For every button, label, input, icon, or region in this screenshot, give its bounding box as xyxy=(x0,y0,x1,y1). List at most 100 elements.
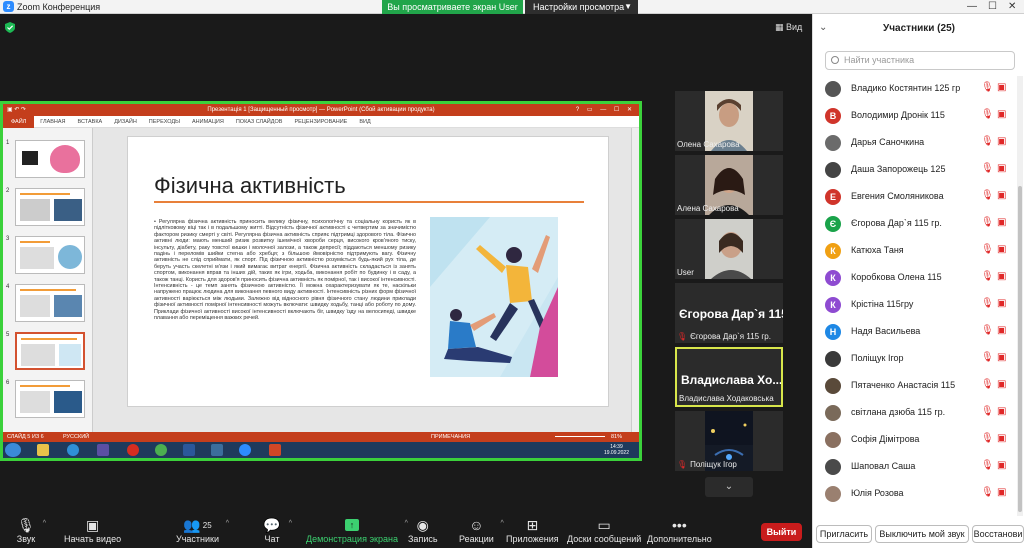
mic-muted-icon: 🎙 xyxy=(981,271,994,282)
participant-row[interactable]: Софія Дімітрова 🎙 ▣ xyxy=(813,427,1017,453)
avatar: Е xyxy=(825,189,841,205)
invite-button[interactable]: Пригласить xyxy=(816,525,872,543)
participant-row[interactable]: Н Надя Васильева 🎙 ▣ xyxy=(813,319,1017,345)
video-off-icon: ▣ xyxy=(997,487,1007,498)
slide-thumbnail[interactable] xyxy=(15,188,85,226)
tile-name: Алена Сахарова xyxy=(677,204,739,213)
start-icon[interactable] xyxy=(5,443,21,457)
participant-search-input[interactable]: Найти участника xyxy=(825,51,1015,70)
participant-row[interactable]: Владико Костянтин 125 гр 🎙 ▣ xyxy=(813,76,1017,102)
ppt-scrollbar[interactable] xyxy=(631,128,639,432)
participant-row[interactable]: Юлія Розова 🎙 ▣ xyxy=(813,481,1017,507)
leave-button[interactable]: Выйти xyxy=(761,523,802,541)
participant-list-scrollbar[interactable] xyxy=(1017,76,1023,516)
start-video-button[interactable]: ▣ Начать видео xyxy=(64,516,121,545)
participants-label: Участники xyxy=(176,534,219,544)
video-tile[interactable]: Алена Сахарова xyxy=(675,155,783,215)
chevron-up-icon[interactable]: ^ xyxy=(43,520,46,527)
restore-button[interactable]: Восстанови xyxy=(972,525,1024,543)
video-tile[interactable]: User xyxy=(675,219,783,279)
participant-name: Надя Васильева xyxy=(851,326,921,336)
scroll-tiles-down-button[interactable]: ⌄ xyxy=(705,477,753,497)
slide-thumbnail[interactable] xyxy=(15,140,85,178)
slide-thumbnail[interactable] xyxy=(15,236,85,274)
participant-row[interactable]: В Володимир Дронік 115 🎙 ▣ xyxy=(813,103,1017,129)
participant-row[interactable]: К Крістіна 115гру 🎙 ▣ xyxy=(813,292,1017,318)
ribbon-tab-transitions[interactable]: ПЕРЕХОДЫ xyxy=(143,119,186,125)
mute-me-button[interactable]: Выключить мой звук xyxy=(875,525,969,543)
participants-button[interactable]: 👥 25 Участники ^ xyxy=(176,516,229,545)
record-button[interactable]: ◉ Запись xyxy=(408,516,438,545)
explorer-icon[interactable] xyxy=(37,444,49,456)
video-off-icon: ▣ xyxy=(997,82,1007,93)
zoom-logo-icon: z xyxy=(3,1,14,12)
slide-thumbnail[interactable] xyxy=(15,284,85,322)
participant-row[interactable]: Е Евгения Смоляникова 🎙 ▣ xyxy=(813,184,1017,210)
participant-row[interactable]: світлана дзюба 115 гр. 🎙 ▣ xyxy=(813,400,1017,426)
ribbon-tab-slideshow[interactable]: ПОКАЗ СЛАЙДОВ xyxy=(230,119,289,125)
notes-button[interactable]: ПРИМЕЧАНИЯ xyxy=(431,432,470,442)
participant-row[interactable]: Дарья Саночкина 🎙 ▣ xyxy=(813,130,1017,156)
video-off-icon: ▣ xyxy=(997,190,1007,201)
media-icon[interactable] xyxy=(97,444,109,456)
audio-label: Звук xyxy=(16,534,36,544)
video-tile[interactable]: 🎙 Поліщук Ігор xyxy=(675,411,783,471)
slide-thumbnail-selected[interactable] xyxy=(15,332,85,370)
ribbon-tab-home[interactable]: ГЛАВНАЯ xyxy=(34,119,71,125)
zoom-slider[interactable] xyxy=(555,436,605,437)
shield-icon[interactable] xyxy=(5,22,15,33)
zoom-taskbar-icon[interactable] xyxy=(239,444,251,456)
view-button[interactable]: ▦ Вид xyxy=(775,22,802,33)
chevron-up-icon[interactable]: ^ xyxy=(226,520,229,527)
ie-icon[interactable] xyxy=(67,444,79,456)
viewing-screen-banner: Вы просматриваете экран User xyxy=(382,0,523,14)
chrome-icon[interactable] xyxy=(155,444,167,456)
audio-button[interactable]: 🎙 Звук ^ xyxy=(16,516,46,545)
participant-name: Володимир Дронік 115 xyxy=(851,110,945,120)
shared-screen[interactable]: ▣ ↶ ↷ Презентація 1 [Защищенный просмотр… xyxy=(0,101,642,461)
ribbon-tab-review[interactable]: РЕЦЕНЗИРОВАНИЕ xyxy=(288,119,353,125)
app-icon[interactable] xyxy=(211,444,223,456)
close-icon[interactable]: ✕ xyxy=(1008,0,1016,14)
participant-row[interactable]: Шаповал Саша 🎙 ▣ xyxy=(813,454,1017,480)
tile-name: Олена Сахарова xyxy=(677,140,740,149)
tile-name: 🎙 Єгорова Дар`я 115 гр. xyxy=(677,332,771,341)
participant-name: Евгения Смоляникова xyxy=(851,191,944,201)
word-icon[interactable] xyxy=(183,444,195,456)
mic-muted-icon: 🎙 xyxy=(981,298,994,309)
minimize-icon[interactable]: — xyxy=(967,0,977,14)
opera-icon[interactable] xyxy=(127,444,139,456)
scrollbar-thumb[interactable] xyxy=(1018,186,1022,512)
powerpoint-icon[interactable] xyxy=(269,444,281,456)
ribbon-tab-animation[interactable]: АНИМАЦИЯ xyxy=(186,119,230,125)
participant-row[interactable]: Даша Запорожець 125 🎙 ▣ xyxy=(813,157,1017,183)
slide-thumbnail[interactable] xyxy=(15,380,85,418)
more-button[interactable]: ••• Дополнительно xyxy=(647,516,712,544)
current-slide[interactable]: Фізична активність • Регулярна фізична а… xyxy=(127,136,609,407)
participant-row[interactable]: К Коробкова Олена 115 🎙 ▣ xyxy=(813,265,1017,291)
video-tile[interactable]: Олена Сахарова xyxy=(675,91,783,151)
chevron-up-icon[interactable]: ^ xyxy=(500,520,503,527)
reactions-button[interactable]: ☺ Реакции ^ xyxy=(459,516,504,544)
ribbon-tab-view[interactable]: ВИД xyxy=(353,119,376,125)
view-settings-button[interactable]: Настройки просмотра ▼ xyxy=(525,0,638,14)
slide-body-text: • Регулярна фізична активність приносить… xyxy=(154,219,416,322)
whiteboard-button[interactable]: ▭ Доски сообщений xyxy=(567,516,641,545)
chat-button[interactable]: 💬 Чат ^ xyxy=(262,516,292,545)
avatar: К xyxy=(825,243,841,259)
participant-row[interactable]: Є Єгорова Дар`я 115 гр. 🎙 ▣ xyxy=(813,211,1017,237)
ribbon-tab-design[interactable]: ДИЗАЙН xyxy=(108,119,143,125)
participant-row[interactable]: Пятаченко Анастасія 115 🎙 ▣ xyxy=(813,373,1017,399)
participant-row[interactable]: К Катюха Таня 🎙 ▣ xyxy=(813,238,1017,264)
avatar xyxy=(825,459,841,475)
share-screen-button[interactable]: ↑ Демонстрация экрана ^ xyxy=(306,516,408,544)
participant-row[interactable]: Поліщук Ігор 🎙 ▣ xyxy=(813,346,1017,372)
participants-panel: ⌄ Участники (25) Найти участника Владико… xyxy=(812,14,1024,548)
video-tile[interactable]: Єгорова Дар`я 115 гр. 🎙Єгорова Дар`я 115… xyxy=(675,283,783,343)
video-tile-speaking[interactable]: Владислава Хо... Владислава Ходаковська xyxy=(675,347,783,407)
apps-button[interactable]: ⊞ Приложения xyxy=(506,516,559,545)
maximize-icon[interactable]: ☐ xyxy=(988,0,997,14)
ribbon-tab-file[interactable]: ФАЙЛ xyxy=(3,115,35,128)
chevron-up-icon[interactable]: ^ xyxy=(289,520,292,527)
ribbon-tab-insert[interactable]: ВСТАВКА xyxy=(72,119,109,125)
